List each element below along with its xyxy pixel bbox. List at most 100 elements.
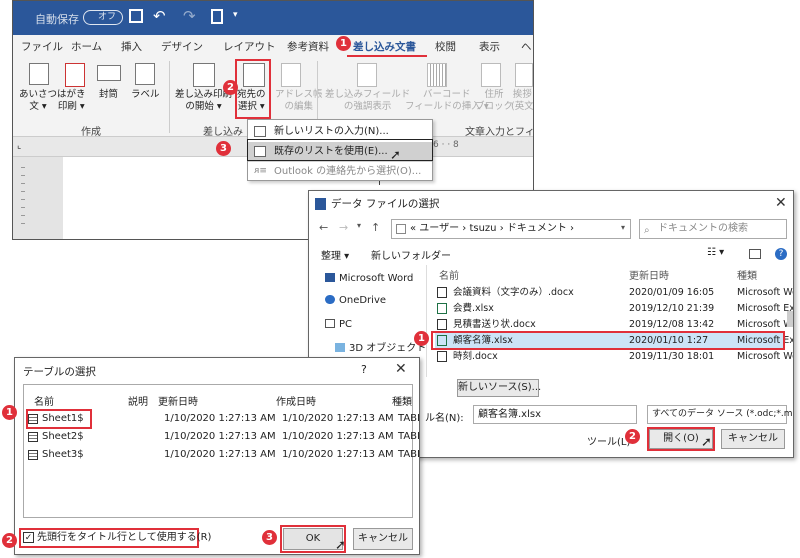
column-type[interactable]: 種類: [737, 267, 757, 282]
vertical-ruler: [21, 167, 25, 227]
tab-file[interactable]: ファイル: [21, 39, 63, 54]
file-row[interactable]: 時刻.docx 2019/11/30 18:01 Microsoft Wo: [435, 349, 793, 364]
nav-pc[interactable]: PC: [325, 319, 352, 330]
highlight-merge-fields-button[interactable]: 差し込みフィールド の強調表示: [325, 89, 410, 113]
file-row[interactable]: 見積書送り状.docx 2019/12/08 13:42 Microsoft Wo: [435, 317, 793, 332]
edit-address-book-button[interactable]: アドレス帳 の編集: [275, 89, 323, 113]
filetype-select[interactable]: すべてのデータ ソース (*.odc;*.mdb ▾: [647, 405, 793, 424]
new-source-button[interactable]: 新しいソース(S)...: [457, 379, 541, 397]
autosave-toggle[interactable]: オフ: [83, 10, 123, 25]
redo-icon[interactable]: ↷: [183, 7, 196, 25]
new-list-icon: [254, 126, 266, 137]
file-row[interactable]: 会費.xlsx 2019/12/10 21:39 Microsoft Ex: [435, 301, 793, 316]
file-date: 2019/12/10 21:39: [629, 303, 715, 314]
organize-button[interactable]: 整理 ▾: [321, 247, 349, 262]
address-dropdown-icon[interactable]: ▾: [621, 223, 625, 232]
up-icon[interactable]: ↑: [371, 221, 380, 234]
title-bar: 自動保存 オフ ↶ ↷ ▾: [13, 1, 533, 35]
table-created: 1/10/2020 1:27:13 AM: [282, 431, 394, 442]
column-modified[interactable]: 更新日時: [629, 267, 669, 282]
address-bar[interactable]: « ユーザー › tsuzu › ドキュメント ›: [391, 219, 631, 239]
nav-3d-objects[interactable]: 3D オブジェクト: [335, 339, 426, 354]
tab-references[interactable]: 参考資料: [287, 39, 329, 54]
postcard-icon: [65, 63, 85, 87]
label-icon: [135, 63, 155, 85]
cloud-icon: [325, 295, 335, 304]
scrollbar-thumb[interactable]: [787, 311, 793, 327]
tab-stop-icon[interactable]: ⌞: [17, 141, 21, 151]
file-row[interactable]: 会議資料（文字のみ）.docx 2020/01/09 16:05 Microsoft…: [435, 285, 793, 300]
help-icon[interactable]: ?: [361, 363, 367, 376]
customize-qat-icon[interactable]: ▾: [233, 10, 238, 20]
view-options-icon[interactable]: ☷ ▾: [707, 247, 724, 258]
labels-button[interactable]: ラベル: [131, 89, 160, 101]
new-folder-button[interactable]: 新しいフォルダー: [371, 247, 451, 262]
column-created[interactable]: 作成日時: [276, 393, 316, 408]
help-icon[interactable]: ?: [775, 248, 787, 260]
filename-input[interactable]: 顧客名簿.xlsx: [473, 405, 637, 424]
nav-label: Microsoft Word: [339, 273, 414, 284]
ribbon-tabs: ファイル ホーム 挿入 デザイン レイアウト 参考資料 差し込み文書 校閲 表示…: [13, 35, 533, 57]
tools-menu[interactable]: ツール(L): [587, 433, 630, 448]
address-path: « ユーザー › tsuzu › ドキュメント ›: [410, 223, 575, 234]
column-type[interactable]: 種類: [392, 393, 412, 408]
checkbox-label: 先頭行をタイトル行として使用する(R): [37, 532, 212, 543]
close-icon[interactable]: ✕: [395, 361, 407, 377]
callout-1: 1: [336, 36, 351, 51]
highlight-sheet1: [26, 409, 92, 429]
save-icon[interactable]: [129, 9, 143, 23]
tab-insert[interactable]: 挿入: [121, 39, 142, 54]
menu-item-outlook-contacts[interactable]: ᴙ≡ Outlook の連絡先から選択(O)...: [248, 162, 432, 182]
table-type: TABLE: [398, 449, 419, 460]
postcard-print-button[interactable]: はがき 印刷 ▾: [57, 89, 86, 113]
tab-home[interactable]: ホーム: [71, 39, 102, 54]
table-modified: 1/10/2020 1:27:13 AM: [164, 449, 276, 460]
nav-microsoft-word[interactable]: Microsoft Word: [325, 273, 413, 284]
close-icon[interactable]: ✕: [775, 195, 787, 211]
greeting-button[interactable]: あいさつ 文 ▾: [19, 89, 57, 113]
forward-icon[interactable]: →: [339, 221, 348, 234]
tab-layout[interactable]: レイアウト: [223, 39, 276, 54]
folder-icon: [396, 224, 406, 234]
nav-onedrive[interactable]: OneDrive: [325, 295, 386, 306]
tab-view[interactable]: 表示: [479, 39, 500, 54]
excel-file-icon: [437, 303, 447, 314]
select-table-dialog: テーブルの選択 ? ✕ 名前 説明 更新日時 作成日時 種類 Sheet1$ 1/…: [14, 357, 420, 555]
first-row-header-checkbox[interactable]: ✓ 先頭行をタイトル行として使用する(R): [19, 528, 211, 548]
column-name[interactable]: 名前: [439, 267, 459, 282]
cancel-button[interactable]: キャンセル: [353, 528, 413, 550]
callout-3: 3: [216, 141, 231, 156]
tab-design[interactable]: デザイン: [161, 39, 203, 54]
envelope-icon: [97, 65, 121, 81]
tab-help[interactable]: ヘ: [521, 39, 532, 54]
cancel-button[interactable]: キャンセル: [721, 429, 785, 449]
greeting-line-button[interactable]: 挨拶 (英文: [511, 89, 533, 113]
recent-locations-icon[interactable]: ▾: [357, 221, 361, 230]
print-preview-icon[interactable]: [211, 9, 223, 24]
back-icon[interactable]: ←: [319, 221, 328, 234]
nav-label: 3D オブジェクト: [349, 343, 427, 354]
3d-objects-icon: [335, 343, 345, 352]
preview-pane-icon[interactable]: [749, 249, 761, 259]
autosave-state: オフ: [98, 12, 117, 22]
column-description[interactable]: 説明: [128, 393, 148, 408]
column-modified[interactable]: 更新日時: [158, 393, 198, 408]
table-modified: 1/10/2020 1:27:13 AM: [164, 431, 276, 442]
file-name: 時刻.docx: [453, 351, 498, 362]
undo-icon[interactable]: ↶: [153, 7, 166, 25]
address-block-button[interactable]: 住所 ブロック: [475, 89, 513, 113]
callout-1: 1: [414, 331, 429, 346]
highlight-select-recipients: [235, 59, 271, 119]
column-name[interactable]: 名前: [34, 393, 54, 408]
highlight-mailings-tab: [347, 35, 427, 57]
greeting-card-icon: [29, 63, 49, 85]
table-row[interactable]: Sheet2$ 1/10/2020 1:27:13 AM 1/10/2020 1:2…: [26, 429, 419, 445]
start-mail-merge-button[interactable]: 差し込み印刷 の開始 ▾: [175, 89, 232, 113]
start-merge-icon: [193, 63, 215, 87]
search-input[interactable]: ⌕ ドキュメントの検索: [639, 219, 787, 239]
group-divider: [169, 61, 170, 133]
table-row[interactable]: Sheet3$ 1/10/2020 1:27:13 AM 1/10/2020 1:2…: [26, 447, 419, 463]
group-merge-label: 差し込み: [203, 127, 243, 138]
envelope-button[interactable]: 封筒: [99, 89, 118, 101]
tab-review[interactable]: 校閲: [435, 39, 456, 54]
